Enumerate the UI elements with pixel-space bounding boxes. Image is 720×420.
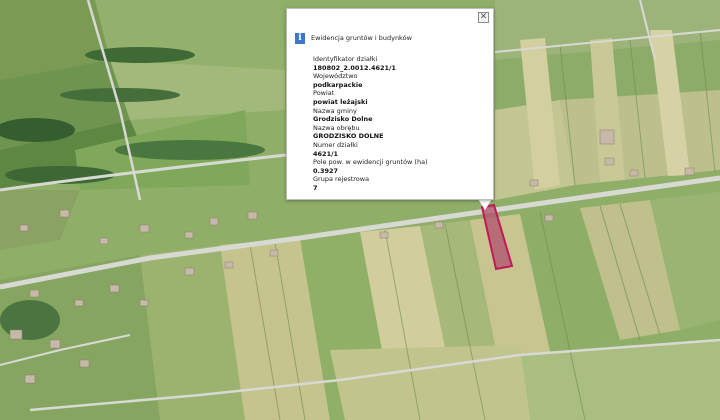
field-label-register-group: Grupa rejestrowa — [313, 175, 370, 184]
info-icon: i — [295, 33, 305, 44]
field-value-county: powiat leżajski — [313, 97, 368, 106]
field-label-county: Powiat — [313, 89, 335, 98]
field-label-commune: Nazwa gminy — [313, 106, 357, 115]
close-icon[interactable]: ✕ — [478, 12, 489, 23]
field-label-voivodeship: Województwo — [313, 72, 358, 81]
field-value-area: 0.3927 — [313, 166, 339, 175]
parcel-fields: Identyfikator działki 180802_2.0012.4621… — [313, 55, 491, 193]
field-value-register-group: 7 — [313, 183, 318, 192]
field-value-precinct: GRODZISKO DOLNE — [313, 132, 384, 141]
field-label-precinct: Nazwa obrębu — [313, 123, 360, 132]
parcel-info-popup: ✕ i Ewidencja gruntów i budynków Identyf… — [286, 8, 494, 200]
field-label-parcel-id: Identyfikator działki — [313, 55, 378, 63]
field-label-area: Pole pow. w ewidencji gruntów (ha) — [313, 158, 428, 167]
field-value-parcel-number: 4621/1 — [313, 149, 338, 158]
popup-title: Ewidencja gruntów i budynków — [311, 34, 412, 42]
field-value-parcel-id: 180802_2.0012.4621/1 — [313, 63, 396, 72]
field-value-voivodeship: podkarpackie — [313, 80, 363, 89]
field-value-commune: Grodzisko Dolne — [313, 115, 373, 124]
popup-pointer — [478, 199, 492, 210]
field-label-parcel-number: Numer działki — [313, 140, 358, 149]
